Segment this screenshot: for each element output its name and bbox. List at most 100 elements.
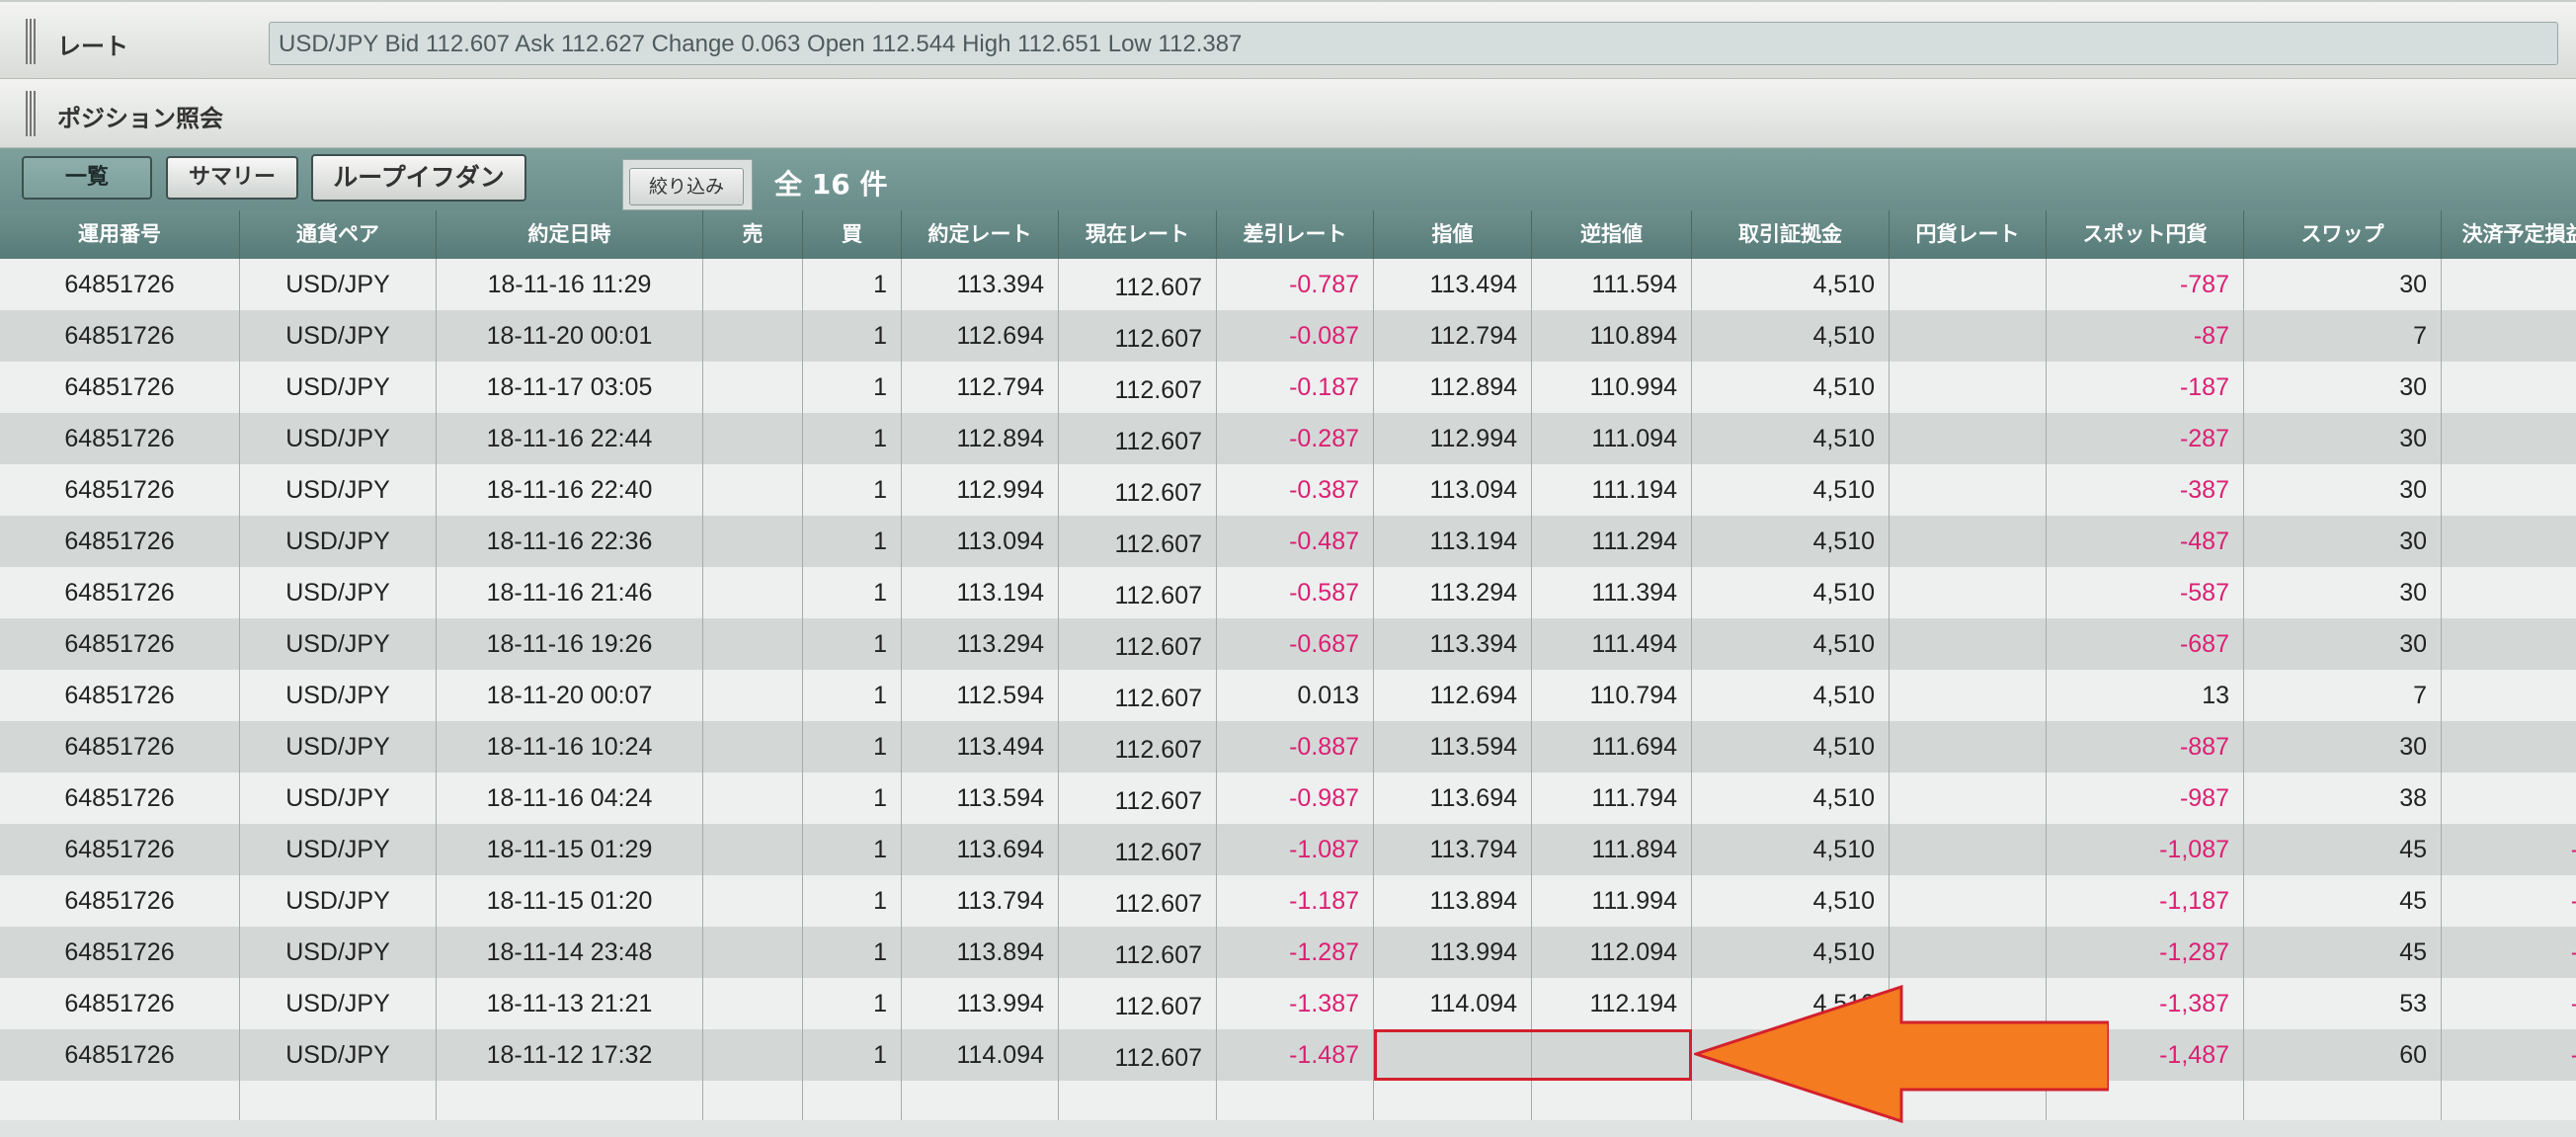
table-row[interactable]: 64851726 USD/JPY 18-11-15 01:20 1 113.794 112…: [0, 875, 2576, 927]
cell-spot-yen: -887: [2047, 721, 2244, 772]
cell-id: 64851726: [0, 824, 240, 875]
drag-grip-icon[interactable]: [26, 91, 36, 136]
cell-spot-yen: -287: [2047, 413, 2244, 464]
cell-id: 64851726: [0, 618, 240, 670]
cell-spot-yen: -87: [2047, 310, 2244, 362]
table-row[interactable]: 64851726 USD/JPY 18-11-16 22:44 1 112.894 112…: [0, 413, 2576, 464]
cell-trade-rate: 112.894: [902, 413, 1059, 464]
cell-margin: 4,510: [1692, 670, 1890, 721]
table-row[interactable]: 64851726 USD/JPY 18-11-20 00:07 1 112.594 112…: [0, 670, 2576, 721]
table-row[interactable]: 64851726 USD/JPY 18-11-16 22:36 1 113.094 112…: [0, 516, 2576, 567]
column-header-buy[interactable]: 買: [803, 210, 902, 259]
column-header-limit[interactable]: 指値: [1374, 210, 1532, 259]
cell-id: 64851726: [0, 413, 240, 464]
cell-yen-rate: [1890, 567, 2047, 618]
column-header-margin[interactable]: 取引証拠金: [1692, 210, 1890, 259]
column-header-currency-pair[interactable]: 通貨ペア: [240, 210, 437, 259]
cell-stop: 112.194: [1532, 978, 1692, 1029]
column-header-swap[interactable]: スワップ: [2244, 210, 2442, 259]
table-row[interactable]: 64851726 USD/JPY 18-11-16 11:29 1 113.394 112…: [0, 259, 2576, 310]
cell-empty: [803, 1081, 902, 1120]
cell-buy: 1: [803, 310, 902, 362]
table-row[interactable]: 64851726 USD/JPY 18-11-16 19:26 1 113.294 112…: [0, 618, 2576, 670]
cell-buy: 1: [803, 618, 902, 670]
table-row[interactable]: 64851726 USD/JPY 18-11-16 04:24 1 113.594 112…: [0, 772, 2576, 824]
table-row[interactable]: 64851726 USD/JPY 18-11-16 22:40 1 112.994 112…: [0, 464, 2576, 516]
cell-swap: 30: [2244, 516, 2442, 567]
column-header-trade-rate[interactable]: 約定レート: [902, 210, 1059, 259]
cell-stop: 110.994: [1532, 362, 1692, 413]
column-header-id[interactable]: 運用番号: [0, 210, 240, 259]
summary-button[interactable]: サマリー: [166, 156, 298, 200]
cell-trade-datetime: 18-11-12 17:32: [437, 1029, 703, 1081]
column-header-trade-datetime[interactable]: 約定日時: [437, 210, 703, 259]
cell-rate-diff: -1.187: [1217, 875, 1374, 927]
cell-rate-diff: -0.387: [1217, 464, 1374, 516]
cell-trade-datetime: 18-11-13 21:21: [437, 978, 703, 1029]
table-row[interactable]: 64851726 USD/JPY 18-11-14 23:48 1 113.894 112…: [0, 927, 2576, 978]
cell-buy: 1: [803, 721, 902, 772]
cell-currency-pair: USD/JPY: [240, 516, 437, 567]
rate-panel: レート USD/JPY Bid 112.607 Ask 112.627 Chan…: [0, 0, 2576, 79]
cell-buy: 1: [803, 824, 902, 875]
column-header-spot-yen[interactable]: スポット円貨: [2047, 210, 2244, 259]
cell-swap: 7: [2244, 310, 2442, 362]
cell-margin: 4,510: [1692, 567, 1890, 618]
loop-ifdone-button[interactable]: ループイフダン: [311, 154, 526, 202]
cell-currency-pair: USD/JPY: [240, 1029, 437, 1081]
cell-currency-pair: USD/JPY: [240, 721, 437, 772]
cell-rate-diff: 0.013: [1217, 670, 1374, 721]
cell-current-rate: 112.607: [1059, 721, 1217, 772]
cell-limit: 112.994: [1374, 413, 1532, 464]
cell-rate-diff: -1.487: [1217, 1029, 1374, 1081]
cell-swap: 45: [2244, 927, 2442, 978]
cell-current-rate: 112.607: [1059, 567, 1217, 618]
cell-empty: [1374, 1081, 1532, 1120]
cell-sell: [703, 310, 803, 362]
cell-trade-datetime: 18-11-15 01:29: [437, 824, 703, 875]
column-header-stop[interactable]: 逆指値: [1532, 210, 1692, 259]
cell-settlement-pl: -1: [2442, 875, 2576, 927]
cell-id: 64851726: [0, 464, 240, 516]
cell-limit: 114.094: [1374, 978, 1532, 1029]
cell-trade-datetime: 18-11-14 23:48: [437, 927, 703, 978]
cell-sell: [703, 721, 803, 772]
table-row[interactable]: 64851726 USD/JPY 18-11-17 03:05 1 112.794 112…: [0, 362, 2576, 413]
cell-stop: 111.394: [1532, 567, 1692, 618]
column-header-settlement-pl[interactable]: 決済予定損益: [2442, 210, 2576, 259]
cell-margin: 4,510: [1692, 772, 1890, 824]
drag-grip-icon[interactable]: [26, 19, 36, 64]
cell-stop: 111.594: [1532, 259, 1692, 310]
cell-margin: 4,510: [1692, 721, 1890, 772]
table-row[interactable]: 64851726 USD/JPY 18-11-12 17:32 1 114.094 112…: [0, 1029, 2576, 1081]
left-arrow-icon: [1694, 985, 2109, 1123]
cell-id: 64851726: [0, 310, 240, 362]
table-row[interactable]: 64851726 USD/JPY 18-11-13 21:21 1 113.994 112…: [0, 978, 2576, 1029]
cell-rate-diff: -0.887: [1217, 721, 1374, 772]
cell-swap: 45: [2244, 824, 2442, 875]
table-row[interactable]: 64851726 USD/JPY 18-11-16 21:46 1 113.194 112…: [0, 567, 2576, 618]
cell-limit: 113.494: [1374, 259, 1532, 310]
cell-swap: 30: [2244, 259, 2442, 310]
cell-rate-diff: -0.087: [1217, 310, 1374, 362]
list-button[interactable]: 一覧: [22, 156, 152, 200]
cell-current-rate: 112.607: [1059, 875, 1217, 927]
column-header-sell[interactable]: 売: [703, 210, 803, 259]
cell-rate-diff: -0.687: [1217, 618, 1374, 670]
table-row[interactable]: 64851726 USD/JPY 18-11-15 01:29 1 113.694 112…: [0, 824, 2576, 875]
table-row[interactable]: 64851726 USD/JPY 18-11-20 00:01 1 112.694 112…: [0, 310, 2576, 362]
cell-stop: 110.894: [1532, 310, 1692, 362]
cell-yen-rate: [1890, 310, 2047, 362]
grid-header: 運用番号 通貨ペア 約定日時売買約定レート 現在レート 差引レート 指値 逆指値 取引証拠金円…: [0, 210, 2576, 259]
column-header-rate-diff[interactable]: 差引レート: [1217, 210, 1374, 259]
filter-button[interactable]: 絞り込み: [629, 168, 744, 205]
cell-limit: 113.294: [1374, 567, 1532, 618]
column-header-current-rate[interactable]: 現在レート: [1059, 210, 1217, 259]
cell-empty: [0, 1081, 240, 1120]
cell-rate-diff: -0.187: [1217, 362, 1374, 413]
table-row[interactable]: 64851726 USD/JPY 18-11-16 10:24 1 113.494 112…: [0, 721, 2576, 772]
cell-currency-pair: USD/JPY: [240, 824, 437, 875]
column-header-yen-rate[interactable]: 円貨レート: [1890, 210, 2047, 259]
cell-spot-yen: -187: [2047, 362, 2244, 413]
cell-empty: [240, 1081, 437, 1120]
